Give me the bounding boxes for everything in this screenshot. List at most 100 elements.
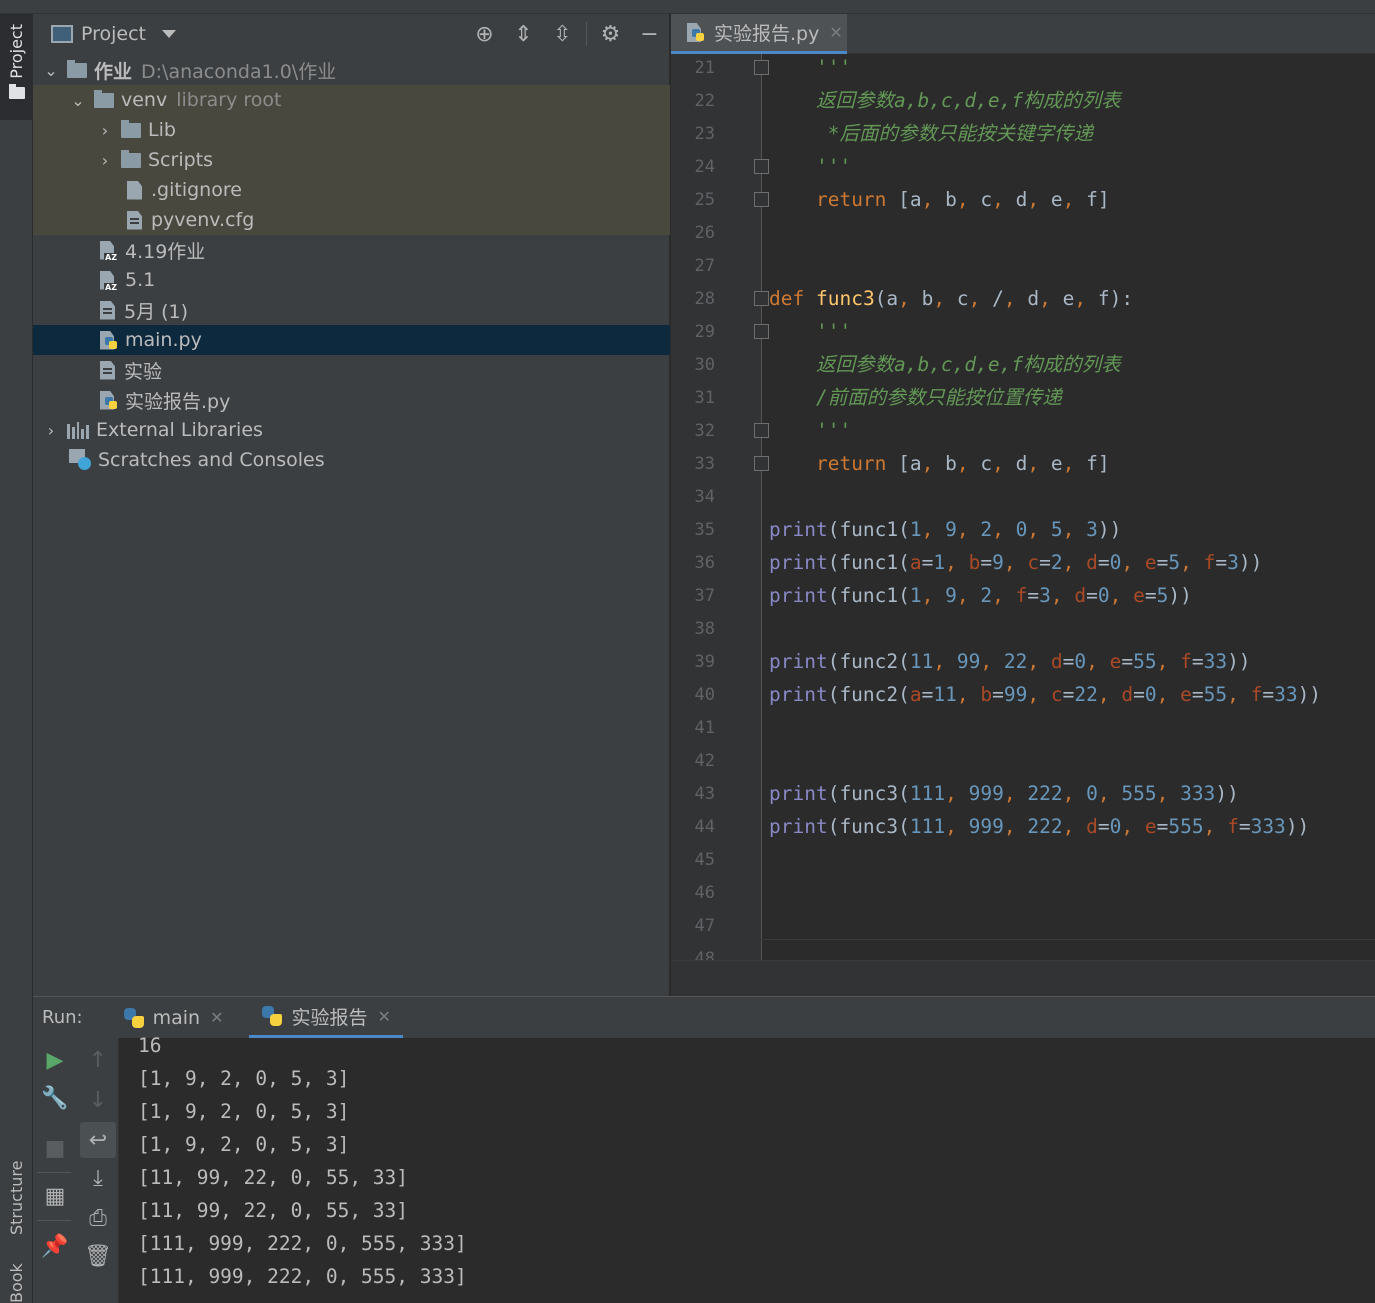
chevron-right-icon[interactable]: › [97, 151, 113, 170]
docstring-text: *后面的参数只能按关键字传递 [827, 122, 1093, 145]
tree-item-external-libraries[interactable]: › External Libraries [33, 415, 670, 445]
horizontal-scrollbar[interactable] [671, 960, 1375, 996]
run-panel: Run: main ✕ 实验报告 ✕ ▶ 🔧 ■ ▦ 📌 ↑ ↓ ↩ ⤓ ⎙ 🗑… [33, 996, 1375, 1303]
project-tool-tab[interactable]: Project [0, 14, 33, 120]
project-view-selector[interactable]: Project [81, 23, 146, 45]
python-file-icon [100, 330, 118, 350]
wrench-icon[interactable]: 🔧 [37, 1080, 73, 1116]
console-output[interactable]: 16 [1, 9, 2, 0, 5, 3] [1, 9, 2, 0, 5, 3]… [138, 1036, 467, 1300]
line-number: 36 [694, 553, 715, 573]
python-file-icon [687, 23, 705, 42]
folder-icon [121, 149, 141, 168]
hide-panel-icon[interactable]: − [630, 14, 669, 54]
line-number: 46 [694, 883, 715, 903]
chevron-down-icon[interactable]: ⌄ [70, 91, 86, 110]
soft-wrap-icon[interactable]: ↩ [80, 1122, 116, 1158]
az-file-icon: AZ [100, 240, 118, 262]
console-line: [111, 999, 222, 0, 555, 333] [138, 1232, 467, 1255]
text-file-icon [127, 210, 142, 230]
chevron-down-icon[interactable]: ⌄ [43, 61, 59, 80]
console-line: 16 [138, 1034, 162, 1057]
close-icon[interactable]: ✕ [210, 1008, 223, 1027]
run-tab-bar: Run: main ✕ 实验报告 ✕ [33, 997, 1375, 1038]
fold-marker-icon[interactable] [754, 324, 769, 339]
tree-item-main-py[interactable]: main.py [33, 325, 670, 355]
folder-icon [67, 59, 87, 78]
code-line: def func3(a, b, c, /, d, e, f): [769, 287, 1134, 310]
run-toolbar-secondary: ↑ ↓ ↩ ⤓ ⎙ 🗑 [77, 1038, 119, 1303]
close-icon[interactable]: ✕ [378, 1007, 391, 1026]
gear-icon[interactable]: ⚙ [591, 14, 630, 54]
tree-item-experiment[interactable]: 实验 [33, 355, 670, 385]
locate-file-icon[interactable]: ⊕ [465, 14, 504, 54]
tree-item-gitignore[interactable]: .gitignore [33, 175, 670, 205]
tree-item-label: Lib [148, 119, 176, 141]
down-arrow-icon[interactable]: ↓ [80, 1082, 116, 1118]
toolbar-divider [37, 1172, 71, 1173]
tree-item-label: .gitignore [151, 179, 242, 201]
tree-item-scratches[interactable]: Scratches and Consoles [33, 445, 670, 475]
pin-icon[interactable]: 📌 [37, 1228, 73, 1264]
structure-tool-tab[interactable]: Structure [0, 1135, 33, 1235]
fold-marker-icon[interactable] [754, 423, 769, 438]
line-number: 32 [694, 421, 715, 441]
gutter-separator [761, 54, 762, 960]
tree-item-pyvenv-cfg[interactable]: pyvenv.cfg [33, 205, 670, 235]
az-file-icon: AZ [100, 270, 118, 292]
tree-item-lib[interactable]: › Lib [33, 115, 670, 145]
layout-icon[interactable]: ▦ [37, 1178, 73, 1214]
up-arrow-icon[interactable]: ↑ [80, 1042, 116, 1078]
fold-marker-icon[interactable] [754, 192, 769, 207]
bookmarks-tool-tab[interactable]: Bookmarks [0, 1262, 33, 1303]
chevron-right-icon[interactable]: › [43, 421, 59, 440]
line-number: 47 [694, 916, 715, 936]
fold-marker-icon[interactable] [754, 60, 769, 75]
fold-marker-icon[interactable] [754, 159, 769, 174]
fold-marker-icon[interactable] [754, 456, 769, 471]
code-line: return [a, b, c, d, e, f] [815, 452, 1110, 475]
stop-icon[interactable]: ■ [37, 1130, 73, 1166]
line-number: 39 [694, 652, 715, 672]
tree-item-scripts[interactable]: › Scripts [33, 145, 670, 175]
project-toolbar: Project ⊕ ⇕ ⇳ ⚙ − [33, 14, 669, 54]
scroll-to-end-icon[interactable]: ⤓ [80, 1160, 116, 1196]
code-line: 返回参数a,b,c,d,e,f构成的列表 [769, 351, 1121, 384]
line-number: 22 [694, 91, 715, 111]
tree-item-experiment-report-py[interactable]: 实验报告.py [33, 385, 670, 415]
rerun-icon[interactable]: ▶ [37, 1042, 73, 1078]
editor-tab[interactable]: 实验报告.py ✕ [671, 14, 847, 54]
tree-item-5-month[interactable]: 5月 (1) [33, 295, 670, 325]
project-panel: Project ⊕ ⇕ ⇳ ⚙ − ⌄ 作业 D:\anaconda1.0\作业… [33, 14, 670, 996]
chevron-down-icon[interactable] [162, 30, 177, 38]
folder-icon [121, 119, 141, 138]
run-tab-report[interactable]: 实验报告 ✕ [249, 997, 403, 1038]
console-line: [11, 99, 22, 0, 55, 33] [138, 1166, 409, 1189]
console-line: [111, 999, 222, 0, 555, 333] [138, 1265, 467, 1288]
chevron-right-icon[interactable]: › [97, 121, 113, 140]
code-line: print(func2(11, 99, 22, d=0, e=55, f=33)… [769, 650, 1251, 673]
code-line: print(func2(a=11, b=99, c=22, d=0, e=55,… [769, 683, 1322, 706]
scratches-icon [69, 449, 91, 471]
close-icon[interactable]: ✕ [829, 23, 842, 42]
print-icon[interactable]: ⎙ [80, 1200, 116, 1236]
fold-marker-icon[interactable] [754, 291, 769, 306]
ignored-file-icon [127, 180, 142, 200]
line-number: 24 [694, 157, 715, 177]
tree-item-project-root[interactable]: ⌄ 作业 D:\anaconda1.0\作业 [33, 55, 670, 85]
tree-item-5-1[interactable]: AZ 5.1 [33, 265, 670, 295]
collapse-all-icon[interactable]: ⇳ [543, 14, 582, 54]
project-tree: ⌄ 作业 D:\anaconda1.0\作业 ⌄ venv library ro… [33, 55, 670, 475]
tree-item-label: External Libraries [96, 419, 263, 441]
code-editor[interactable]: 21 22 23 24 25 26 27 28 29 30 31 32 33 3… [671, 54, 1375, 996]
line-number: 33 [694, 454, 715, 474]
python-icon [123, 1007, 145, 1029]
trash-icon[interactable]: 🗑 [80, 1238, 116, 1274]
folder-icon [94, 89, 114, 108]
code-line: print(func1(1, 9, 2, 0, 5, 3)) [769, 518, 1122, 541]
tree-item-4-19[interactable]: AZ 4.19作业 [33, 235, 670, 265]
run-tab-main[interactable]: main ✕ [111, 997, 236, 1038]
left-tool-strip: Project [0, 14, 33, 1303]
line-number: 23 [694, 124, 715, 144]
tree-item-venv[interactable]: ⌄ venv library root [33, 85, 670, 115]
expand-all-icon[interactable]: ⇕ [504, 14, 543, 54]
